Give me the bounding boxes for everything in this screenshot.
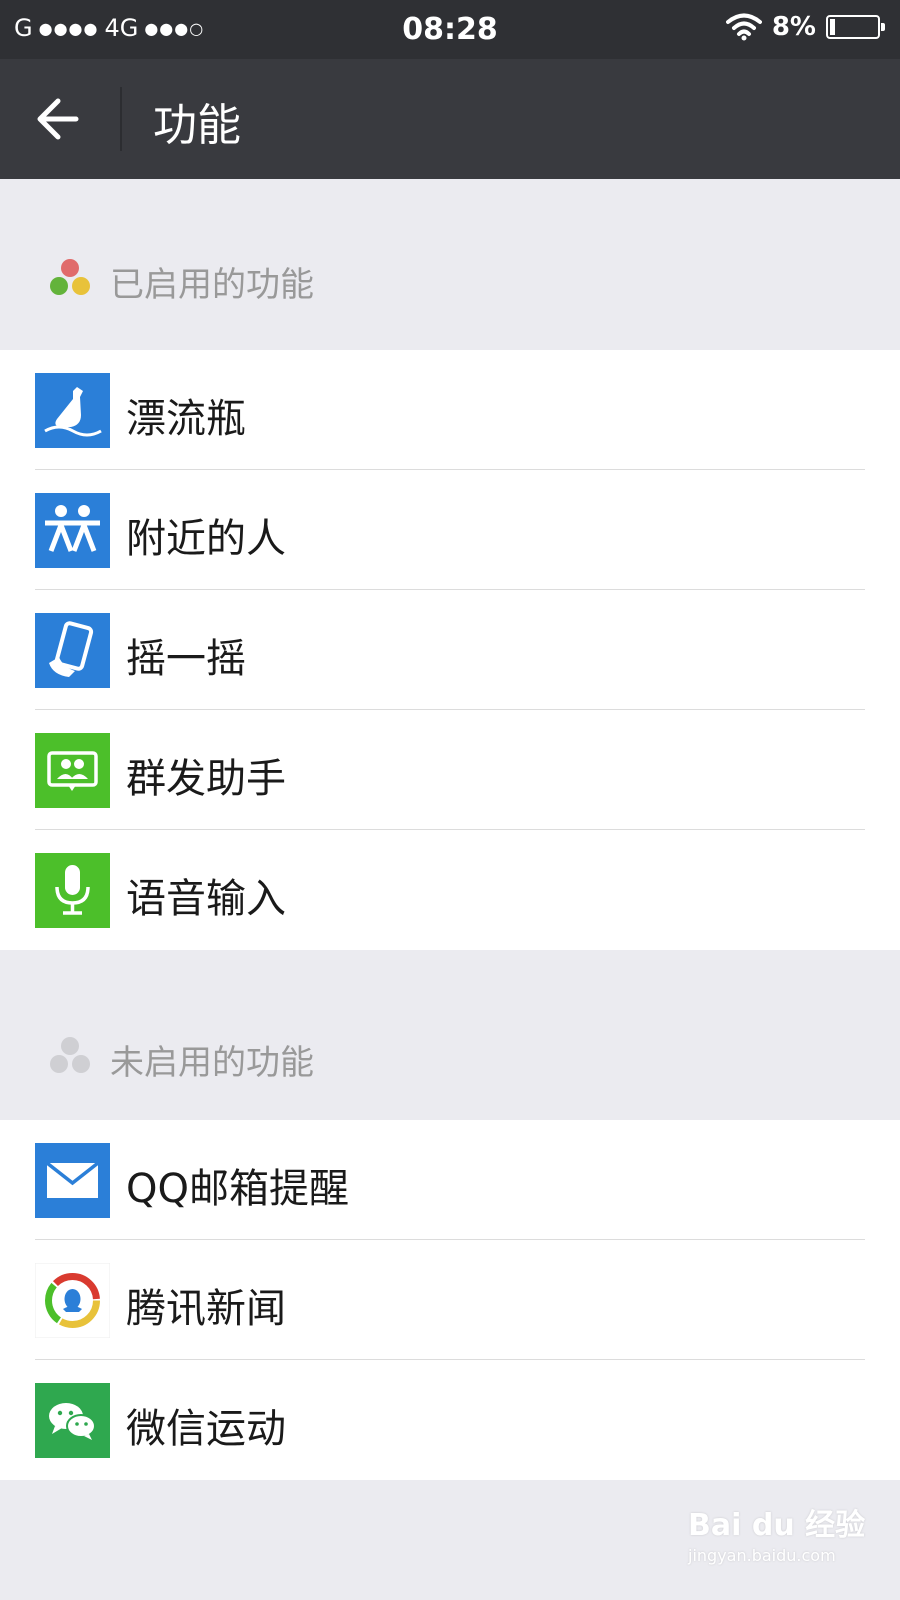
tencent-news-icon bbox=[35, 1263, 110, 1338]
disabled-dots-icon bbox=[50, 1037, 90, 1073]
list-item-tencent-news[interactable]: 腾讯新闻 bbox=[0, 1240, 900, 1360]
battery-percent: 8% bbox=[771, 12, 816, 42]
mail-icon bbox=[35, 1143, 110, 1218]
shake-phone-icon bbox=[35, 613, 110, 688]
list-item-wechat-sport[interactable]: 微信运动 bbox=[0, 1360, 900, 1480]
group-message-icon bbox=[35, 733, 110, 808]
battery-icon bbox=[826, 15, 885, 39]
enabled-section-label: 已启用的功能 bbox=[110, 265, 314, 305]
list-item-label: 微信运动 bbox=[126, 1406, 286, 1452]
list-item-label: 漂流瓶 bbox=[126, 396, 246, 442]
enabled-section-header: 已启用的功能 bbox=[0, 179, 900, 346]
list-item-label: 语音输入 bbox=[126, 876, 286, 922]
nav-divider bbox=[120, 87, 122, 151]
status-bar: G ●●●● 4G ●●●○ 08:28 8% bbox=[0, 0, 900, 59]
page-title: 功能 bbox=[153, 100, 241, 151]
list-item-label: 附近的人 bbox=[126, 516, 286, 562]
arrow-left-icon bbox=[37, 98, 79, 140]
microphone-icon bbox=[35, 853, 110, 928]
back-button[interactable] bbox=[28, 89, 92, 149]
wifi-icon bbox=[725, 13, 762, 41]
list-item-shake[interactable]: 摇一摇 bbox=[0, 590, 900, 710]
people-nearby-icon bbox=[35, 493, 110, 568]
disabled-section-header: 未启用的功能 bbox=[0, 950, 900, 1117]
watermark-brand: Bai du 经验 bbox=[688, 1508, 866, 1543]
watermark: Bai du 经验 jingyan.baidu.com bbox=[688, 1500, 865, 1565]
list-item-qq-mail[interactable]: QQ邮箱提醒 bbox=[0, 1120, 900, 1240]
list-item-label: 群发助手 bbox=[126, 756, 286, 802]
list-item-label: QQ邮箱提醒 bbox=[126, 1166, 349, 1212]
bottle-icon bbox=[35, 373, 110, 448]
disabled-list: QQ邮箱提醒 腾讯新闻 微信运动 bbox=[0, 1120, 900, 1480]
list-item-label: 摇一摇 bbox=[126, 636, 246, 682]
disabled-section-label: 未启用的功能 bbox=[110, 1043, 314, 1083]
enabled-list: 漂流瓶 附近的人 摇一摇 群发助手 语音输入 bbox=[0, 350, 900, 950]
list-item-people-nearby[interactable]: 附近的人 bbox=[0, 470, 900, 590]
watermark-url: jingyan.baidu.com bbox=[688, 1546, 836, 1565]
list-item-group-message[interactable]: 群发助手 bbox=[0, 710, 900, 830]
list-item-label: 腾讯新闻 bbox=[126, 1286, 286, 1332]
navigation-bar: 功能 bbox=[0, 59, 900, 179]
enabled-dots-icon bbox=[50, 259, 90, 295]
list-item-voice-input[interactable]: 语音输入 bbox=[0, 830, 900, 950]
list-item-drift-bottle[interactable]: 漂流瓶 bbox=[0, 350, 900, 470]
wechat-sport-icon bbox=[35, 1383, 110, 1458]
